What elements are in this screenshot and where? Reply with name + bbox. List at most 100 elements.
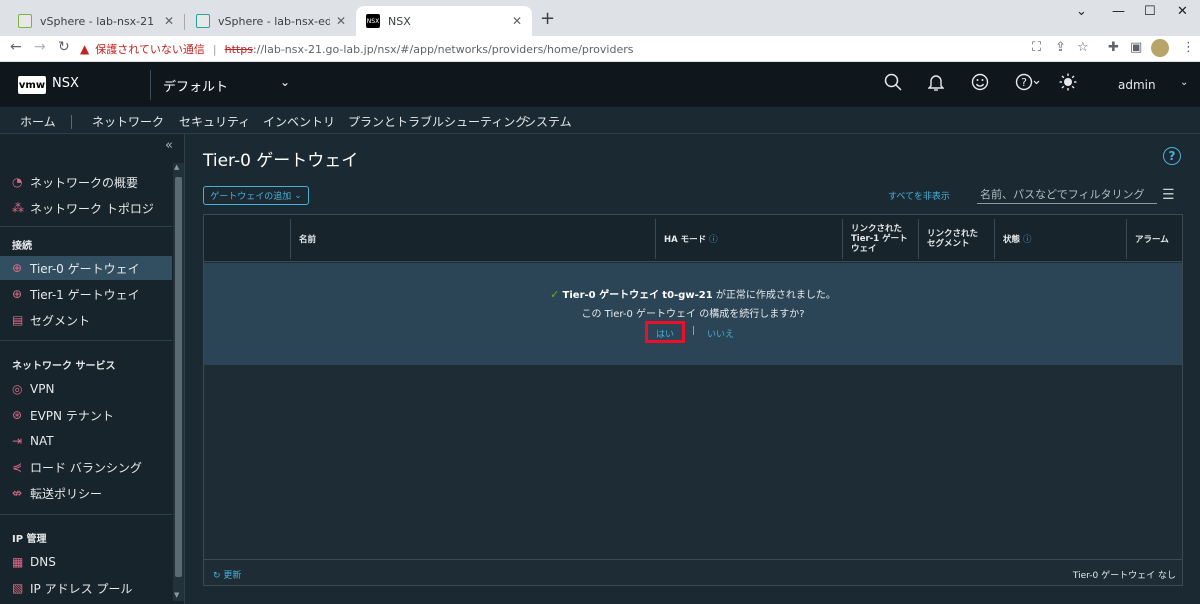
chevron-down-icon[interactable]: ⌄	[1180, 77, 1188, 88]
close-tab-icon[interactable]: ✕	[512, 14, 522, 28]
project-selector[interactable]: デフォルト	[163, 76, 228, 95]
chevron-down-icon[interactable]: ⌄	[280, 75, 290, 89]
new-tab-button[interactable]: +	[540, 10, 555, 28]
sidebar-scrollbar[interactable]: ▲ ▼	[173, 163, 184, 601]
column-header-label: ウェイ	[851, 244, 877, 254]
browser-tab-nsx[interactable]: NSX NSX ✕	[356, 6, 532, 36]
column-header-name[interactable]: 名前	[299, 235, 316, 245]
topology-icon: ⁂	[12, 201, 24, 215]
browser-tab-vsphere-nsx[interactable]: vSphere - lab-nsx-21 - サマリ ✕	[8, 6, 184, 36]
info-icon[interactable]: ⓘ	[709, 235, 718, 245]
column-header-alarm[interactable]: アラーム	[1135, 235, 1169, 245]
scroll-up-icon[interactable]: ▲	[174, 163, 179, 171]
sidebar-section-connect: 接続	[12, 241, 32, 252]
sidebar-item-load-balancing[interactable]: ⋞ ロード バランシング	[0, 455, 172, 479]
share-icon[interactable]: ⇪	[1055, 40, 1066, 55]
sidebar-item-network-topology[interactable]: ⁂ ネットワーク トポロジ	[0, 196, 172, 220]
column-header-label: HA モード	[664, 235, 707, 245]
browser-menu-icon[interactable]: ⋮	[1182, 40, 1195, 55]
search-icon[interactable]	[884, 73, 902, 96]
column-separator	[918, 219, 919, 259]
reload-icon[interactable]: ↻	[58, 39, 70, 55]
column-header-ha-mode[interactable]: HA モード ⓘ	[664, 235, 718, 245]
scroll-down-icon[interactable]: ▼	[174, 591, 179, 599]
sidebar-item-ip-pool[interactable]: ▧ IP アドレス プール	[0, 576, 172, 600]
success-check-icon: ✓	[550, 288, 560, 301]
sidebar-item-evpn-tenant[interactable]: ⊛ EVPN テナント	[0, 403, 172, 427]
tab-security[interactable]: セキュリティ	[179, 113, 250, 130]
hide-all-link[interactable]: すべてを非表示	[888, 189, 950, 202]
sidebar-item-label: ネットワーク トポロジ	[30, 201, 154, 216]
side-panel-icon[interactable]: ▣	[1130, 40, 1142, 55]
filter-menu-icon[interactable]: ☰	[1162, 187, 1175, 203]
sidebar-item-label: Tier-0 ゲートウェイ	[30, 261, 140, 276]
security-status[interactable]: 保護されていない通信	[95, 41, 205, 57]
close-tab-icon[interactable]: ✕	[164, 14, 174, 28]
globe-icon: ⊕	[12, 261, 23, 275]
minimize-icon[interactable]: —	[1112, 4, 1125, 19]
sidebar-item-network-overview[interactable]: ◔ ネットワークの概要	[0, 170, 172, 194]
sidebar-item-forwarding-policy[interactable]: ⇎ 転送ポリシー	[0, 481, 172, 505]
sidebar-item-nat[interactable]: ⇥ NAT	[0, 429, 172, 453]
tab-system[interactable]: システム	[524, 113, 572, 130]
bell-icon[interactable]	[927, 73, 945, 96]
browser-tab-vsphere-edge[interactable]: vSphere - lab-nsx-edge-22 - サマ ✕	[186, 6, 356, 36]
datagrid-header: 名前 HA モード ⓘ リンクされた Tier-1 ゲート ウェイ リンクされた…	[204, 215, 1182, 262]
nav-divider	[71, 115, 72, 129]
evpn-icon: ⊛	[12, 408, 23, 422]
maximize-icon[interactable]: ☐	[1144, 4, 1156, 19]
sidebar-item-label: EVPN テナント	[30, 408, 114, 423]
sidebar-item-vpn[interactable]: ◎ VPN	[0, 377, 172, 401]
sidebar-item-label: ネットワークの概要	[30, 175, 139, 190]
column-header-linked-segment[interactable]: リンクされた セグメント	[927, 229, 978, 249]
sidebar-item-segment[interactable]: ▤ セグメント	[0, 308, 172, 332]
column-header-label: Tier-1 ゲート	[851, 234, 908, 244]
user-menu[interactable]: admin	[1118, 78, 1156, 92]
row-count: Tier-0 ゲートウェイ なし	[1072, 571, 1176, 581]
sidebar-section-services: ネットワーク サービス	[12, 361, 116, 372]
extensions-puzzle-icon[interactable]: ✚	[1108, 40, 1119, 55]
address-bar[interactable]: ▲ 保護されていない通信 | https ://lab-nsx-21.go-la…	[80, 38, 1030, 60]
bookmark-star-icon[interactable]: ☆	[1077, 40, 1089, 55]
vmware-logo: vmw	[18, 76, 46, 94]
ippool-icon: ▧	[12, 581, 24, 595]
column-header-linked-tier1[interactable]: リンクされた Tier-1 ゲート ウェイ	[851, 224, 908, 254]
tab-search-icon[interactable]: ⌄	[1076, 4, 1087, 19]
column-header-label: 状態	[1003, 235, 1021, 245]
profile-avatar[interactable]	[1151, 39, 1169, 57]
refresh-button[interactable]: ↻ 更新	[213, 568, 241, 581]
page-help-icon[interactable]: ?	[1163, 147, 1181, 165]
close-tab-icon[interactable]: ✕	[336, 14, 346, 28]
column-separator	[1126, 219, 1127, 259]
warning-triangle-icon: ▲	[80, 42, 90, 56]
filter-input[interactable]: 名前、パスなどでフィルタリング	[977, 185, 1157, 204]
theme-icon[interactable]	[1059, 73, 1077, 96]
url-text: ://lab-nsx-21.go-lab.jp/nsx/#/app/networ…	[252, 42, 634, 56]
sidebar: « ◔ ネットワークの概要 ⁂ ネットワーク トポロジ 接続 ⊕ Tier-0 …	[0, 134, 185, 604]
column-header-status[interactable]: 状態 ⓘ	[1003, 235, 1032, 245]
smiley-icon[interactable]	[971, 73, 989, 96]
tab-inventory[interactable]: インベントリ	[263, 113, 335, 130]
sidebar-item-dns[interactable]: ▦ DNS	[0, 550, 172, 574]
close-window-icon[interactable]: ✕	[1177, 4, 1188, 19]
main-nav: ホーム ネットワーク セキュリティ インベントリ プランとトラブルシューティング…	[0, 107, 1200, 137]
browser-tab-title: NSX	[388, 14, 411, 28]
svg-text:?: ?	[1021, 76, 1027, 89]
scrollbar-thumb[interactable]	[175, 177, 182, 577]
yes-button[interactable]: はい	[656, 327, 674, 340]
forward-arrow-icon[interactable]: →	[34, 39, 46, 55]
sidebar-item-tier0-gateway[interactable]: ⊕ Tier-0 ゲートウェイ	[0, 256, 172, 280]
product-title: NSX	[52, 76, 79, 91]
info-icon[interactable]: ⓘ	[1023, 235, 1032, 245]
sidebar-item-label: ロード バランシング	[30, 460, 142, 475]
tab-home[interactable]: ホーム	[20, 113, 56, 130]
translate-icon[interactable]: ⛶	[1032, 40, 1041, 55]
back-arrow-icon[interactable]: ←	[10, 39, 22, 55]
tab-plan-troubleshoot[interactable]: プランとトラブルシューティング	[348, 113, 527, 130]
help-icon[interactable]: ?	[1015, 73, 1041, 96]
created-text: が正常に作成されました。	[715, 290, 836, 301]
collapse-sidebar-icon[interactable]: «	[165, 138, 173, 153]
no-button[interactable]: いいえ	[707, 327, 734, 340]
sidebar-item-tier1-gateway[interactable]: ⊕ Tier-1 ゲートウェイ	[0, 282, 172, 306]
add-gateway-button[interactable]: ゲートウェイの追加 ⌄	[203, 186, 309, 205]
